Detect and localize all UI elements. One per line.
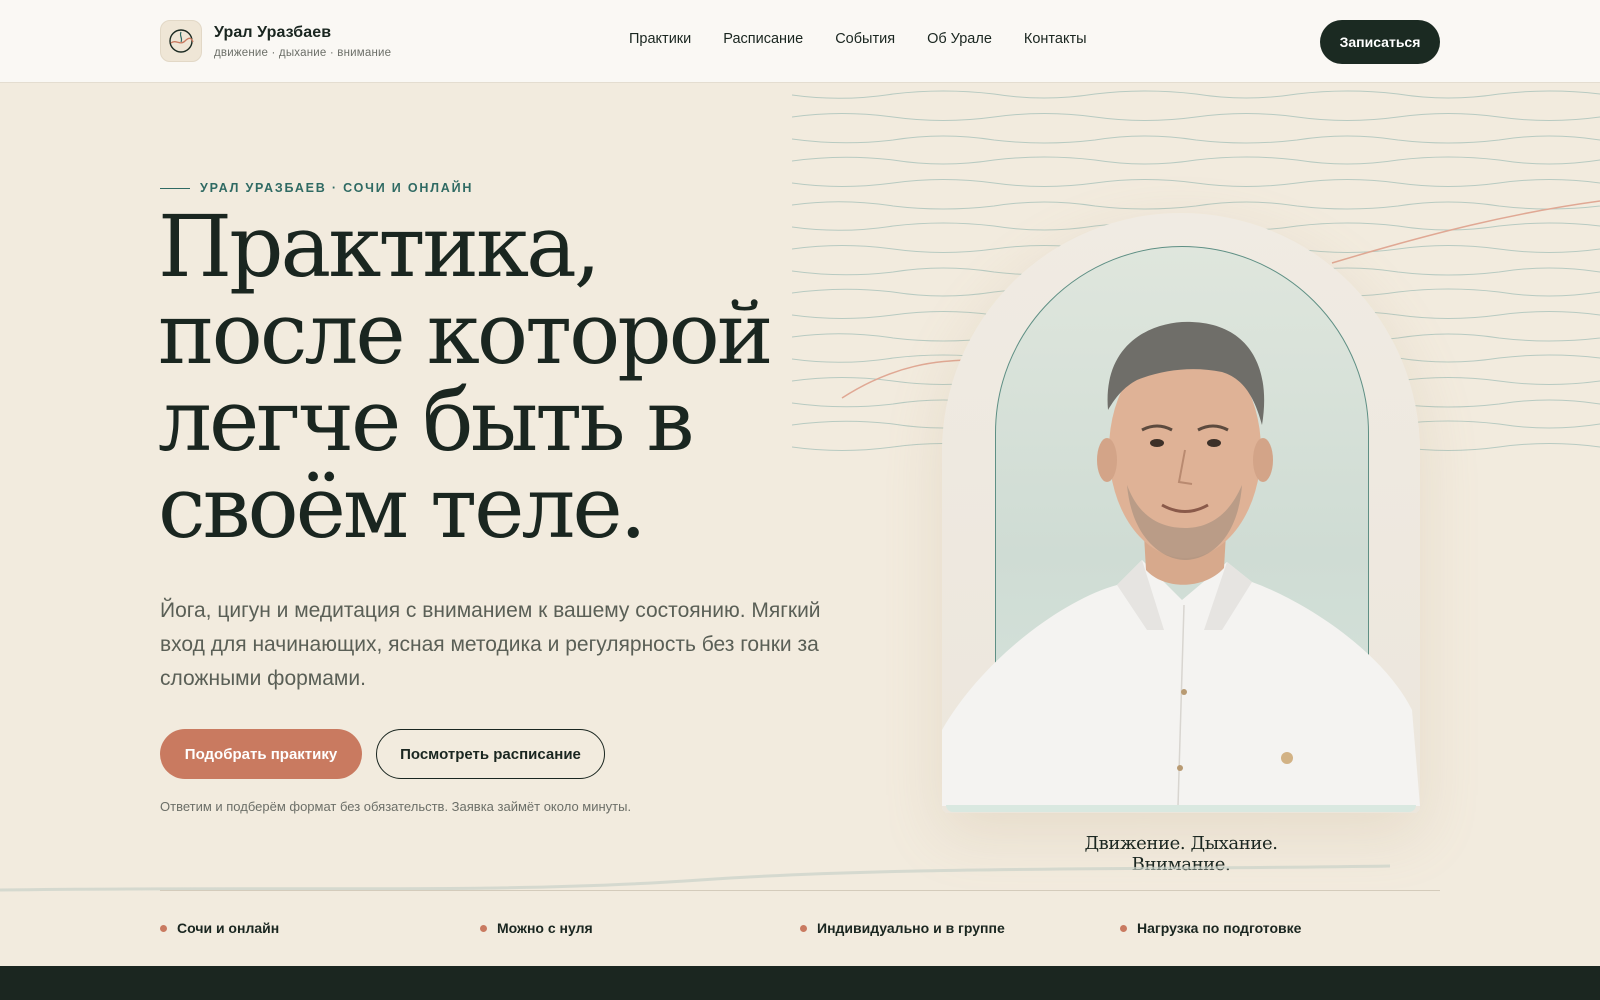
bullet-dot-icon [1120,924,1127,932]
nav-item-about[interactable]: Об Урале [927,31,992,47]
signup-button[interactable]: Записаться [1320,20,1440,64]
feature-item: Индивидуально и в группе [800,920,1120,936]
features-divider [160,890,1440,891]
main-nav: Практики Расписание События Об Урале Кон… [629,31,1119,47]
portrait-photo [942,321,1420,806]
ground-wave-decoration [0,864,1391,892]
feature-label: Сочи и онлайн [177,920,280,936]
headline-line: после которой [158,285,774,384]
headline-line: своём теле. [158,459,647,558]
site-header: Урал Уразбаев движение · дыхание · внима… [0,0,1600,83]
nav-item-schedule[interactable]: Расписание [723,31,803,47]
choose-practice-button[interactable]: Подобрать практику [160,729,362,779]
hero-note: Ответим и подберём формат без обязательс… [160,799,632,814]
wave-line [792,113,1600,121]
nav-item-events[interactable]: События [835,31,895,47]
brand[interactable]: Урал Уразбаев движение · дыхание · внима… [160,20,391,62]
feature-label: Нагрузка по подготовке [1137,920,1302,936]
bullet-dot-icon [480,924,487,932]
wave-line [792,135,1600,144]
footer-band [0,966,1600,1000]
hero-headline: Практика, после которой легче быть в сво… [158,204,858,552]
headline-line: легче быть в [158,372,694,471]
headline-line: Практика, [158,198,601,297]
features-list: Сочи и онлайн Можно с нуля Индивидуально… [160,920,1440,936]
nav-item-practices[interactable]: Практики [629,31,691,47]
wave-line [792,179,1600,187]
hero-lead: Йога, цигун и медитация с вниманием к ва… [160,599,821,690]
breath-circle-icon [160,20,202,62]
feature-item: Можно с нуля [480,920,800,936]
bullet-dot-icon [160,924,167,932]
brand-name: Урал Уразбаев [214,23,332,41]
wave-line [792,201,1600,210]
nav-item-contacts[interactable]: Контакты [1024,31,1087,47]
feature-item: Нагрузка по подготовке [1120,920,1440,936]
view-schedule-button[interactable]: Посмотреть расписание [376,729,605,779]
feature-label: Можно с нуля [497,920,593,936]
bullet-dot-icon [800,924,807,932]
eyebrow-line [160,187,190,189]
wave-line [792,90,1600,99]
feature-item: Сочи и онлайн [160,920,480,936]
feature-label: Индивидуально и в группе [817,920,1005,936]
eyebrow-text: УРАЛ УРАЗБАЕВ · СОЧИ И ОНЛАЙН [200,181,474,195]
brand-tagline: движение · дыхание · внимание [214,46,392,59]
portrait-base [946,805,1416,812]
wave-line [792,156,1600,165]
hero-eyebrow: УРАЛ УРАЗБАЕВ · СОЧИ И ОНЛАЙН [160,181,473,195]
